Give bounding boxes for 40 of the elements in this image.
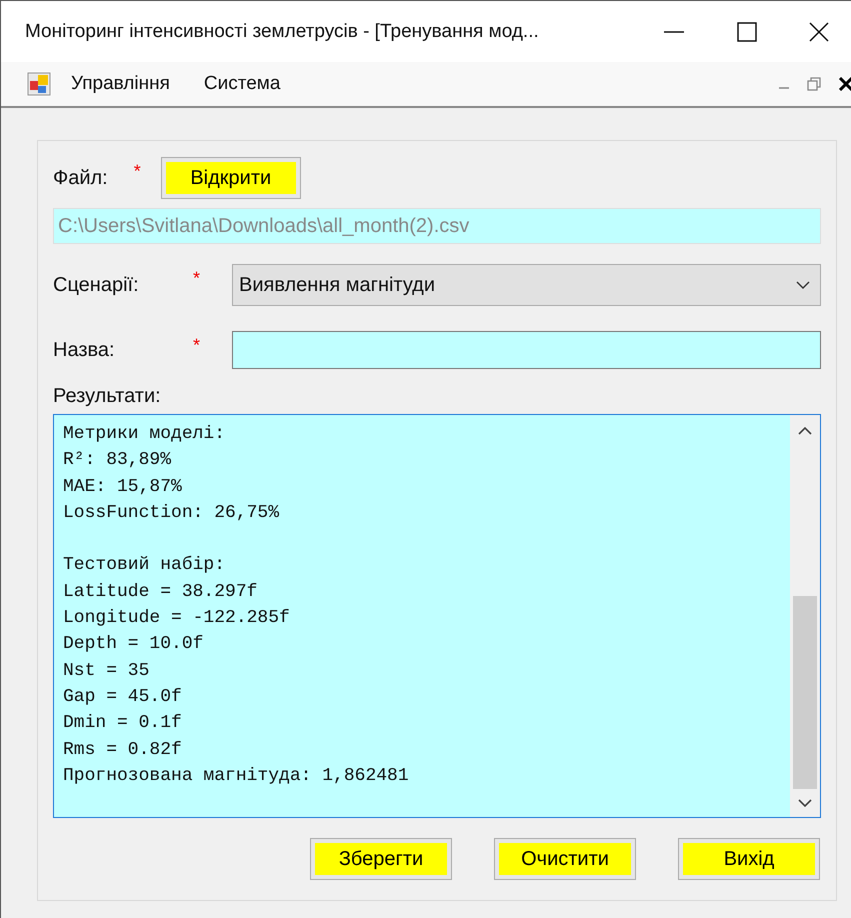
action-button[interactable]: Зберегти (310, 838, 452, 880)
result-line: Latitude = 38.297f (63, 580, 258, 604)
result-line: Rms = 0.82f (63, 738, 183, 762)
scroll-up-icon[interactable] (798, 427, 812, 435)
result-line: Gap = 45.0f (63, 686, 183, 709)
window-title: Моніторинг інтенсивності землетрусів - [Тренування мод... (25, 20, 539, 42)
result-line: MAE: 15,87% (63, 476, 183, 499)
chevron-down-icon (796, 281, 810, 289)
scrollbar[interactable] (790, 415, 820, 817)
name-label: Назва: (53, 338, 116, 362)
result-line: R²: 83,89% (63, 449, 172, 472)
scenario-label: Сценарії: (53, 274, 140, 296)
result-line: Тестовий набір: (63, 554, 226, 578)
open-button[interactable]: Відкрити (160, 157, 301, 199)
maximize-icon[interactable] (737, 22, 757, 42)
restore-icon[interactable] (807, 77, 821, 91)
file-label: Файл: (53, 166, 108, 190)
result-line: LossFunction: 26,75% (63, 502, 280, 525)
scenario-dropdown[interactable]: Виявлення магнітуди (232, 264, 821, 306)
scroll-thumb[interactable] (793, 596, 817, 789)
result-line: Longitude = -122.285f (63, 607, 291, 630)
scroll-down-icon[interactable] (798, 799, 812, 807)
menu-item[interactable]: Управління (71, 73, 170, 95)
results-label: Результати: (53, 385, 162, 408)
result-line: Nst = 35 (63, 660, 150, 683)
name-field[interactable] (232, 331, 821, 369)
result-line: Метрики моделі: (63, 423, 226, 446)
app-icon[interactable] (27, 72, 51, 96)
results-textarea[interactable] (53, 414, 821, 818)
result-line: Depth = 10.0f (63, 633, 204, 656)
menu-item[interactable]: Система (204, 73, 280, 95)
required-mark: * (134, 161, 141, 182)
action-button[interactable]: Очистити (494, 838, 636, 880)
required-mark: * (193, 268, 202, 289)
required-mark: * (193, 335, 202, 356)
result-line: Прогнозована магнітуда: 1,862481 (63, 764, 410, 788)
action-button[interactable]: Вихід (678, 838, 820, 880)
close-icon[interactable] (839, 77, 851, 91)
close-icon[interactable] (809, 22, 829, 42)
result-line: Dmin = 0.1f (63, 712, 183, 736)
